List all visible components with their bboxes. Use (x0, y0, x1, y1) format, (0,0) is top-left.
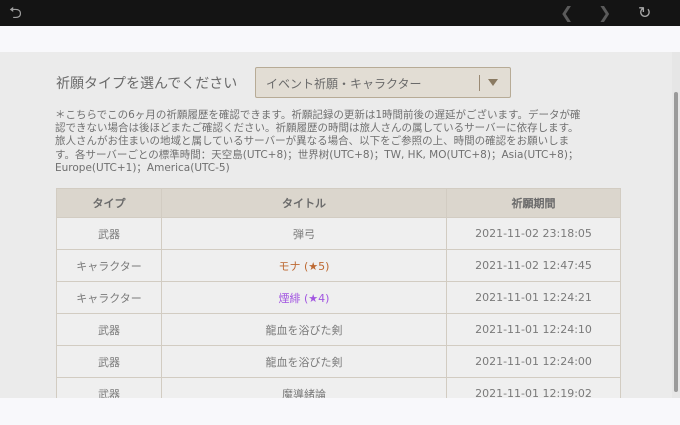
cell-time: 2021-11-01 12:24:10 (446, 313, 621, 346)
notice-line: 認できない場合は後ほどまたご確認ください。祈願履歴の時間は旅人さんの属しているサ… (55, 122, 579, 135)
cell-time: 2021-11-02 12:47:45 (446, 249, 621, 282)
column-header-type: タイプ (56, 188, 162, 218)
table-row: 武器 龍血を浴びた剣 2021-11-01 12:24:00 (56, 345, 621, 378)
table-row: 武器 魔導緒論 2021-11-01 12:19:02 (56, 377, 621, 398)
cell-title: 龍血を浴びた剣 (161, 313, 447, 346)
browser-toolbar: ⮌ ❮ ❯ ↻ (0, 0, 680, 26)
table-header-row: タイプ タイトル 祈願期間 (56, 188, 621, 218)
wish-type-select[interactable]: イベント祈願・キャラクター (255, 67, 511, 98)
page-footer-strip (0, 398, 680, 425)
table-row: キャラクター 煙緋 (★4) 2021-11-01 12:24:21 (56, 281, 621, 314)
cell-type: 武器 (56, 377, 162, 398)
notice-line: ＊こちらでこの6ヶ月の祈願履歴を確認できます。祈願記録の更新は1時間前後の遅延が… (55, 109, 581, 121)
arrow-back-icon[interactable]: ⮌ (9, 3, 22, 23)
wish-type-selected-value: イベント祈願・キャラクター (266, 77, 422, 91)
notice-line: 旅人さんがお住まいの地域と属しているサーバーが異なる場合、以下をご参照の上、時間… (55, 135, 570, 148)
scrollbar-thumb[interactable] (674, 92, 678, 392)
cell-title: 弾弓 (161, 217, 447, 250)
notice-line: Europe(UTC+1)；America(UTC-5) (55, 161, 230, 174)
cell-title: 龍血を浴びた剣 (161, 345, 447, 378)
wish-history-panel: 祈願タイプを選んでください イベント祈願・キャラクター ＊こちらでこの6ヶ月の祈… (0, 52, 672, 398)
chevron-left-icon[interactable]: ❮ (560, 3, 573, 23)
column-header-time: 祈願期間 (446, 188, 621, 218)
cell-time: 2021-11-02 23:18:05 (446, 217, 621, 250)
column-header-title: タイトル (161, 188, 447, 218)
cell-title: モナ (★5) (161, 249, 447, 282)
cell-title: 煙緋 (★4) (161, 281, 447, 314)
page-header-strip (0, 26, 680, 52)
cell-type: 武器 (56, 313, 162, 346)
chevron-down-icon[interactable] (488, 79, 498, 86)
reload-icon[interactable]: ↻ (638, 3, 651, 23)
select-divider (479, 75, 480, 91)
cell-time: 2021-11-01 12:19:02 (446, 377, 621, 398)
wish-type-label: 祈願タイプを選んでください (56, 76, 238, 92)
cell-type: 武器 (56, 345, 162, 378)
cell-type: 武器 (56, 217, 162, 250)
cell-time: 2021-11-01 12:24:21 (446, 281, 621, 314)
cell-type: キャラクター (56, 281, 162, 314)
wish-history-table: タイプ タイトル 祈願期間 武器 弾弓 2021-11-02 23:18:05 … (56, 188, 621, 398)
chevron-right-icon[interactable]: ❯ (598, 3, 611, 23)
notice-line: す。各サーバーごとの標準時間：天空島(UTC+8)；世界树(UTC+8)；TW,… (55, 148, 579, 161)
cell-title: 魔導緒論 (161, 377, 447, 398)
cell-type: キャラクター (56, 249, 162, 282)
table-row: キャラクター モナ (★5) 2021-11-02 12:47:45 (56, 249, 621, 282)
table-row: 武器 龍血を浴びた剣 2021-11-01 12:24:10 (56, 313, 621, 346)
table-row: 武器 弾弓 2021-11-02 23:18:05 (56, 217, 621, 250)
history-notice: ＊こちらでこの6ヶ月の祈願履歴を確認できます。祈願記録の更新は1時間前後の遅延が… (55, 109, 615, 175)
cell-time: 2021-11-01 12:24:00 (446, 345, 621, 378)
